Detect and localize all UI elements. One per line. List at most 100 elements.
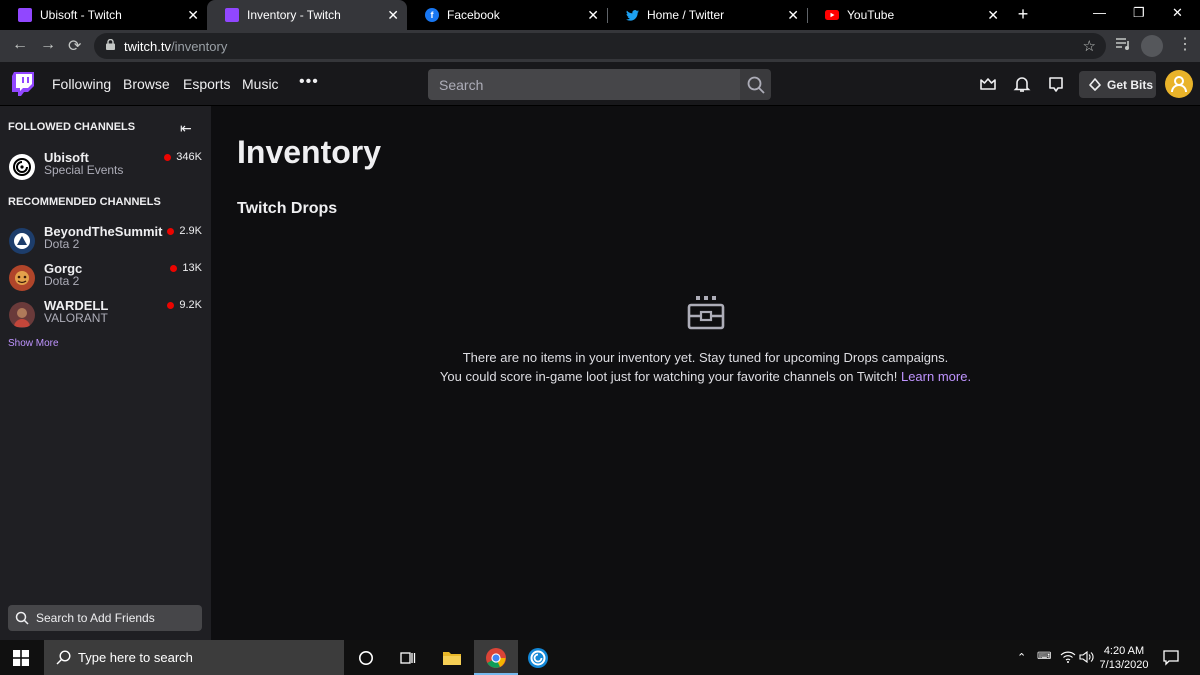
page-title: Inventory xyxy=(237,134,382,170)
close-icon[interactable]: ✕ xyxy=(787,7,799,24)
user-avatar-icon xyxy=(1171,76,1187,93)
browser-tab[interactable]: Ubisoft - Twitch ✕ xyxy=(0,0,208,30)
prime-crown-icon[interactable] xyxy=(979,75,997,93)
viewer-count: 2.9K xyxy=(167,225,202,237)
cortana-icon[interactable] xyxy=(344,640,388,675)
followed-channels-heading: FOLLOWED CHANNELS xyxy=(8,121,136,133)
twitch-logo-icon[interactable] xyxy=(12,72,34,96)
youtube-icon xyxy=(825,8,839,22)
taskbar-search-input[interactable] xyxy=(44,640,344,675)
avatar xyxy=(9,302,35,328)
friends-search xyxy=(8,605,202,631)
wardell-avatar-icon xyxy=(14,308,30,327)
recommended-channel-wardell[interactable]: WARDELL VALORANT 9.2K xyxy=(0,298,211,334)
lock-icon xyxy=(106,39,115,50)
live-dot-icon xyxy=(170,264,178,272)
gorgc-avatar-icon xyxy=(15,271,29,285)
search-icon xyxy=(56,650,71,665)
channel-game: Dota 2 xyxy=(44,274,80,288)
beyondthesummit-logo-icon xyxy=(14,233,30,249)
avatar xyxy=(9,265,35,291)
section-title-twitch-drops: Twitch Drops xyxy=(237,200,338,217)
show-more-link[interactable]: Show More xyxy=(8,338,59,349)
collapse-sidebar-icon[interactable]: ⇤ xyxy=(180,120,192,137)
volume-icon[interactable] xyxy=(1079,650,1094,666)
search-input[interactable] xyxy=(428,69,740,100)
user-avatar[interactable] xyxy=(1165,70,1193,98)
reload-icon[interactable]: ⟳ xyxy=(68,36,81,56)
new-tab-button[interactable]: + xyxy=(1013,4,1033,25)
browser-menu-icon[interactable]: ⋮ xyxy=(1177,34,1193,54)
media-queue-icon[interactable] xyxy=(1115,37,1131,56)
clock-time: 4:20 AM xyxy=(1103,645,1145,657)
channel-game: Dota 2 xyxy=(44,237,80,251)
file-explorer-icon[interactable] xyxy=(430,640,474,675)
whispers-chat-icon[interactable] xyxy=(1047,75,1065,93)
followed-channel-ubisoft[interactable]: Ubisoft Special Events 346K xyxy=(0,150,211,186)
tab-title: Home / Twitter xyxy=(647,8,725,22)
windows-taskbar: ⌃ ⌨ 4:20 AM 7/13/2020 xyxy=(0,640,1200,675)
twitch-top-nav: Following Browse Esports Music ••• Get B… xyxy=(0,62,1200,106)
more-menu-button[interactable]: ••• xyxy=(299,73,319,91)
nav-browse[interactable]: Browse xyxy=(123,76,170,92)
close-icon[interactable]: ✕ xyxy=(587,7,599,24)
twitch-icon xyxy=(225,8,239,22)
viewer-count: 9.2K xyxy=(167,299,202,311)
twitch-icon xyxy=(18,8,32,22)
tab-title: Facebook xyxy=(447,8,500,22)
chrome-taskbar-icon[interactable] xyxy=(474,640,518,675)
live-dot-icon xyxy=(167,301,175,309)
notifications-bell-icon[interactable] xyxy=(1013,75,1031,93)
main-content: Inventory Twitch Drops There are no item… xyxy=(211,106,1200,640)
search-field xyxy=(428,69,740,100)
empty-inventory-chest-icon xyxy=(687,296,725,330)
learn-more-link[interactable]: Learn more. xyxy=(901,369,971,384)
recommended-channel-beyondthesummit[interactable]: BeyondTheSummit Dota 2 2.9K xyxy=(0,224,211,260)
forward-arrow-icon[interactable]: → xyxy=(40,36,56,54)
taskbar-clock[interactable]: 4:20 AM 7/13/2020 xyxy=(1098,644,1150,672)
avatar xyxy=(9,154,35,180)
browser-toolbar: ← → ⟳ twitch.tv/inventory ☆ ⋮ xyxy=(0,30,1200,62)
uplay-taskbar-icon[interactable] xyxy=(516,640,560,675)
nav-esports[interactable]: Esports xyxy=(183,76,230,92)
task-view-icon[interactable] xyxy=(386,640,430,675)
url-text: twitch.tv/inventory xyxy=(124,39,228,54)
browser-tab[interactable]: YouTube ✕ xyxy=(807,0,1007,30)
restore-button[interactable]: ❐ xyxy=(1133,5,1145,21)
bookmark-star-icon[interactable]: ☆ xyxy=(1083,37,1096,55)
friends-search-input[interactable] xyxy=(8,605,202,631)
get-bits-button[interactable]: Get Bits xyxy=(1079,71,1156,98)
address-bar[interactable]: twitch.tv/inventory ☆ xyxy=(94,33,1106,59)
input-language-icon[interactable]: ⌨ xyxy=(1037,651,1051,662)
viewer-count: 13K xyxy=(170,262,202,274)
live-dot-icon xyxy=(167,227,175,235)
action-center-icon[interactable] xyxy=(1163,650,1179,666)
recommended-channels-heading: RECOMMENDED CHANNELS xyxy=(8,196,161,208)
nav-following[interactable]: Following xyxy=(52,76,111,92)
browser-tab[interactable]: Home / Twitter ✕ xyxy=(607,0,808,30)
wifi-icon[interactable] xyxy=(1060,651,1076,666)
back-arrow-icon[interactable]: ← xyxy=(12,36,28,54)
nav-music[interactable]: Music xyxy=(242,76,279,92)
close-window-button[interactable]: ✕ xyxy=(1172,5,1183,21)
browser-tab-active[interactable]: Inventory - Twitch ✕ xyxy=(207,0,407,30)
profile-avatar[interactable] xyxy=(1141,35,1163,57)
get-bits-label: Get Bits xyxy=(1107,77,1154,92)
browser-tab[interactable]: f Facebook ✕ xyxy=(407,0,608,30)
avatar xyxy=(9,228,35,254)
close-icon[interactable]: ✕ xyxy=(387,7,399,24)
facebook-icon: f xyxy=(425,8,439,22)
viewer-count: 346K xyxy=(164,151,202,163)
tab-title: Ubisoft - Twitch xyxy=(40,8,122,22)
recommended-channel-gorgc[interactable]: Gorgc Dota 2 13K xyxy=(0,261,211,297)
show-hidden-icons-chevron[interactable]: ⌃ xyxy=(1017,651,1026,664)
ubisoft-swirl-icon xyxy=(13,158,31,176)
search-button[interactable] xyxy=(740,69,771,100)
close-icon[interactable]: ✕ xyxy=(187,7,199,24)
windows-start-icon[interactable] xyxy=(13,650,29,666)
minimize-button[interactable]: — xyxy=(1093,5,1106,20)
clock-date: 7/13/2020 xyxy=(1099,659,1149,671)
search-icon xyxy=(15,611,29,625)
close-icon[interactable]: ✕ xyxy=(987,7,999,24)
empty-message-line2: You could score in-game loot just for wa… xyxy=(439,369,972,384)
